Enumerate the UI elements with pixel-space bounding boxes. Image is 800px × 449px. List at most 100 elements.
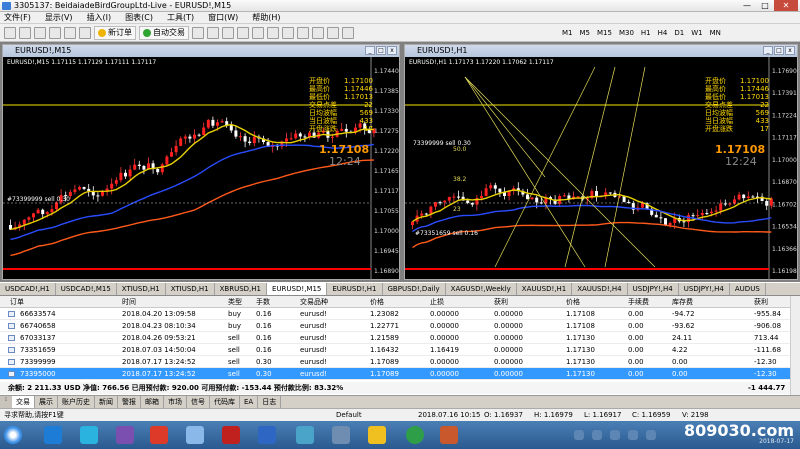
- tf-d1[interactable]: D1: [672, 29, 686, 37]
- app-trader-icon[interactable]: [296, 426, 314, 444]
- chart-tab[interactable]: GBPUSD!,Daily: [383, 283, 446, 295]
- zoom-out-icon[interactable]: [252, 26, 264, 39]
- line-chart-icon[interactable]: [222, 26, 234, 39]
- candlestick-icon[interactable]: [207, 26, 219, 39]
- network-icon[interactable]: [646, 430, 656, 440]
- column-header[interactable]: 交易品种: [300, 296, 328, 308]
- column-header[interactable]: 获利: [754, 296, 768, 308]
- menu-window[interactable]: 窗口(W): [208, 12, 238, 23]
- new-chart-icon[interactable]: [4, 26, 16, 39]
- chart-maximize-icon[interactable]: □: [774, 46, 784, 55]
- column-header[interactable]: 手续费: [628, 296, 649, 308]
- column-header[interactable]: 订单: [10, 296, 24, 308]
- terminal-tab[interactable]: EA: [240, 396, 259, 408]
- chart-shift-icon[interactable]: [297, 26, 309, 39]
- chart-tab[interactable]: XAUUSD!,H4: [572, 283, 628, 295]
- tester-icon[interactable]: [79, 26, 91, 39]
- column-header[interactable]: 库存费: [672, 296, 693, 308]
- terminal-tab[interactable]: 新闻: [95, 396, 118, 408]
- app-browser-icon[interactable]: [44, 426, 62, 444]
- terminal-scrollbar[interactable]: [790, 296, 800, 396]
- start-icon[interactable]: [4, 426, 22, 444]
- indicators-icon[interactable]: [312, 26, 324, 39]
- tf-m15[interactable]: M15: [595, 29, 614, 37]
- navigator-icon[interactable]: [49, 26, 61, 39]
- tf-mn[interactable]: MN: [708, 29, 723, 37]
- chart-tab[interactable]: USDCAD!,M15: [56, 283, 117, 295]
- column-header[interactable]: 价格: [370, 296, 384, 308]
- tf-h1[interactable]: H1: [639, 29, 653, 37]
- volume-icon[interactable]: [628, 430, 638, 440]
- table-row[interactable]: 73351659 2018.07.03 14:50:04 sell 0.16 eurus…: [0, 344, 790, 356]
- column-header[interactable]: 止损: [430, 296, 444, 308]
- terminal-tab[interactable]: 交易: [12, 396, 35, 408]
- maximize-button[interactable]: □: [756, 0, 774, 11]
- tray-icon[interactable]: [592, 430, 602, 440]
- chart-window-right[interactable]: EURUSD!,H1 _ □ x 1.17690 1.17391 1.17224 1.17…: [404, 44, 798, 281]
- terminal-tab[interactable]: 账户历史: [58, 396, 95, 408]
- menu-insert[interactable]: 插入(I): [87, 12, 112, 23]
- chart-minimize-icon[interactable]: _: [365, 46, 375, 55]
- market-watch-icon[interactable]: [34, 26, 46, 39]
- chart-tab[interactable]: USDJPY!,H4: [679, 283, 730, 295]
- tf-h4[interactable]: H4: [656, 29, 670, 37]
- chart-tab[interactable]: USDCAD!,H1: [0, 283, 56, 295]
- tf-m1[interactable]: M1: [560, 29, 575, 37]
- chart-tab[interactable]: XTIUSD,H1: [117, 283, 166, 295]
- profiles-icon[interactable]: [19, 26, 31, 39]
- tray-icon[interactable]: [610, 430, 620, 440]
- tile-windows-icon[interactable]: [267, 26, 279, 39]
- chart-close-icon[interactable]: x: [387, 46, 397, 55]
- chart-tab[interactable]: XAGUSD!,Weekly: [446, 283, 517, 295]
- app-red-icon[interactable]: [150, 426, 168, 444]
- terminal-tab[interactable]: 警报: [118, 396, 141, 408]
- app-orange-icon[interactable]: [440, 426, 458, 444]
- app-folder-icon[interactable]: [332, 426, 350, 444]
- table-row[interactable]: 73399999 2018.07.17 13:24:52 sell 0.30 eurus…: [0, 356, 790, 368]
- terminal-tab[interactable]: 信号: [187, 396, 210, 408]
- app-window-icon[interactable]: [186, 426, 204, 444]
- terminal-tab[interactable]: 市场: [164, 396, 187, 408]
- close-button[interactable]: ✕: [774, 0, 798, 11]
- chart-maximize-icon[interactable]: □: [376, 46, 386, 55]
- column-header[interactable]: 手数: [256, 296, 270, 308]
- new-order-button[interactable]: 新订单: [94, 25, 136, 40]
- autotrade-button[interactable]: 自动交易: [139, 25, 189, 40]
- menu-help[interactable]: 帮助(H): [252, 12, 280, 23]
- chart-tab[interactable]: USDJPY!,H4: [628, 283, 679, 295]
- chart-tab[interactable]: EURUSD!,H1: [327, 283, 383, 295]
- chart-tab[interactable]: XBRUSD,H1: [215, 283, 268, 295]
- tf-w1[interactable]: W1: [689, 29, 704, 37]
- tf-m30[interactable]: M30: [617, 29, 636, 37]
- tf-m5[interactable]: M5: [578, 29, 593, 37]
- chart-tab[interactable]: EURUSD!,M15: [267, 283, 328, 295]
- chart-tab[interactable]: XTIUSD,H1: [166, 283, 215, 295]
- tray-icon[interactable]: [574, 430, 584, 440]
- chart-tab[interactable]: XAUUSD!,H1: [517, 283, 573, 295]
- app-cloud-icon[interactable]: [80, 426, 98, 444]
- table-row[interactable]: 67033137 2018.04.26 09:53:21 sell 0.16 eurus…: [0, 332, 790, 344]
- terminal-tab[interactable]: 邮箱: [141, 396, 164, 408]
- terminal-tab[interactable]: 代码库: [210, 396, 240, 408]
- app-news-icon[interactable]: [222, 426, 240, 444]
- table-row[interactable]: 66633574 2018.04.20 13:09:58 buy 0.16 eurusd…: [0, 308, 790, 320]
- table-row[interactable]: 66740658 2018.04.23 08:10:34 buy 0.16 eurusd…: [0, 320, 790, 332]
- column-header[interactable]: 价格: [566, 296, 580, 308]
- menu-charts[interactable]: 图表(C): [125, 12, 153, 23]
- terminal-icon[interactable]: [64, 26, 76, 39]
- minimize-button[interactable]: —: [738, 0, 756, 11]
- app-green-icon[interactable]: [406, 426, 424, 444]
- zoom-in-icon[interactable]: [237, 26, 249, 39]
- table-row[interactable]: 73395000 2018.07.17 13:24:52 sell 0.30 eurus…: [0, 368, 790, 380]
- terminal-tab[interactable]: 日志: [258, 396, 282, 408]
- bar-chart-icon[interactable]: [192, 26, 204, 39]
- templates-icon[interactable]: [342, 26, 354, 39]
- column-header[interactable]: 时间: [122, 296, 136, 308]
- autoscroll-icon[interactable]: [282, 26, 294, 39]
- terminal-tab[interactable]: 展示: [35, 396, 58, 408]
- column-header[interactable]: 类型: [228, 296, 242, 308]
- menu-file[interactable]: 文件(F): [4, 12, 31, 23]
- chart-minimize-icon[interactable]: _: [763, 46, 773, 55]
- chart-window-left[interactable]: EURUSD!,M15 _ □ x 1.17440 1.17385 1.17330 1.1…: [2, 44, 400, 281]
- app-chart-icon[interactable]: [116, 426, 134, 444]
